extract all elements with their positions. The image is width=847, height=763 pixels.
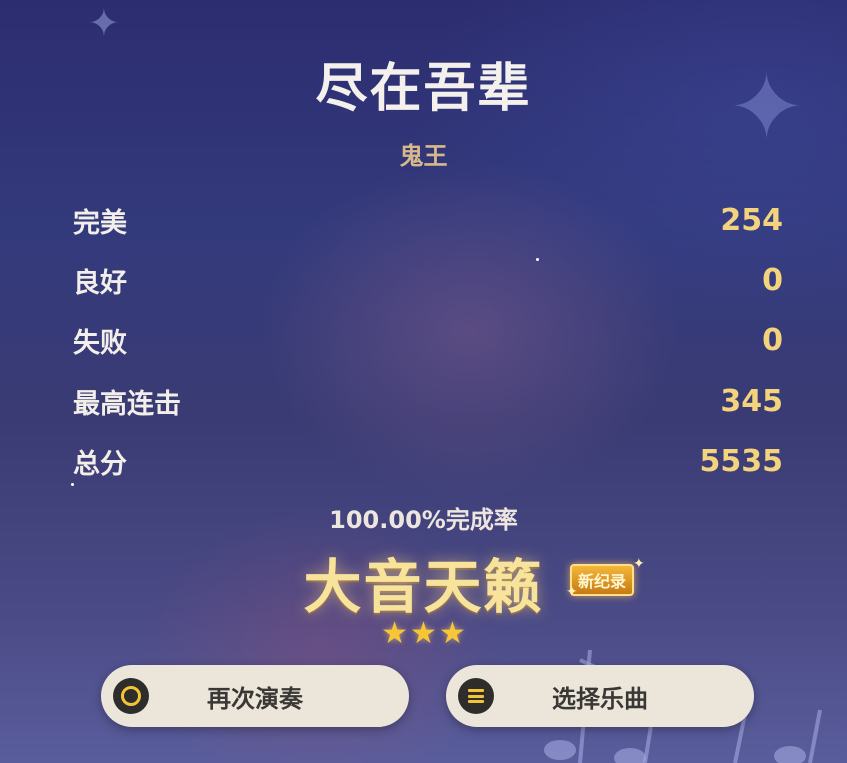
star-icon: ★ <box>381 616 409 651</box>
stats-list: 完美 254 良好 0 失败 0 最高连击 345 总分 5535 <box>73 190 783 491</box>
new-record-badge: 新纪录 <box>570 564 635 596</box>
select-song-button-label: 选择乐曲 <box>552 684 648 713</box>
stat-label: 良好 <box>73 267 127 299</box>
stat-label: 完美 <box>73 207 127 239</box>
stat-value: 345 <box>720 383 783 419</box>
sparkle-icon: ✦ <box>633 556 645 572</box>
sparkle-icon: ✦ <box>566 584 578 600</box>
stat-value: 5535 <box>699 443 784 479</box>
stat-row-total-score: 总分 5535 <box>73 431 783 491</box>
sparkle-star-icon: ✦ <box>88 1 120 45</box>
stat-label: 最高连击 <box>73 388 181 420</box>
stat-value: 0 <box>762 323 783 359</box>
select-song-button[interactable]: 选择乐曲 <box>446 665 754 727</box>
stat-row-good: 良好 0 <box>73 250 783 310</box>
star-rating: ★★★ <box>0 616 847 651</box>
replay-button-label: 再次演奏 <box>207 684 303 713</box>
song-artist: 鬼王 <box>399 142 448 170</box>
stat-label: 失败 <box>73 328 127 360</box>
stat-row-max-combo: 最高连击 345 <box>73 371 783 431</box>
rank-container: 大音天籁 <box>0 540 847 624</box>
star-icon: ★ <box>410 616 437 651</box>
song-title: 尽在吾辈 <box>315 59 532 119</box>
circle-icon <box>113 678 149 714</box>
completion-rate: 100.00%完成率 <box>329 506 518 534</box>
rank-title: 大音天籁 <box>303 553 544 621</box>
star-icon: ★ <box>438 616 466 651</box>
stat-value: 254 <box>720 202 783 238</box>
menu-icon <box>458 678 494 714</box>
replay-button[interactable]: 再次演奏 <box>101 665 409 727</box>
stat-label: 总分 <box>73 448 127 480</box>
stat-row-perfect: 完美 254 <box>73 190 783 250</box>
stat-row-miss: 失败 0 <box>73 311 783 371</box>
stat-value: 0 <box>762 262 783 298</box>
